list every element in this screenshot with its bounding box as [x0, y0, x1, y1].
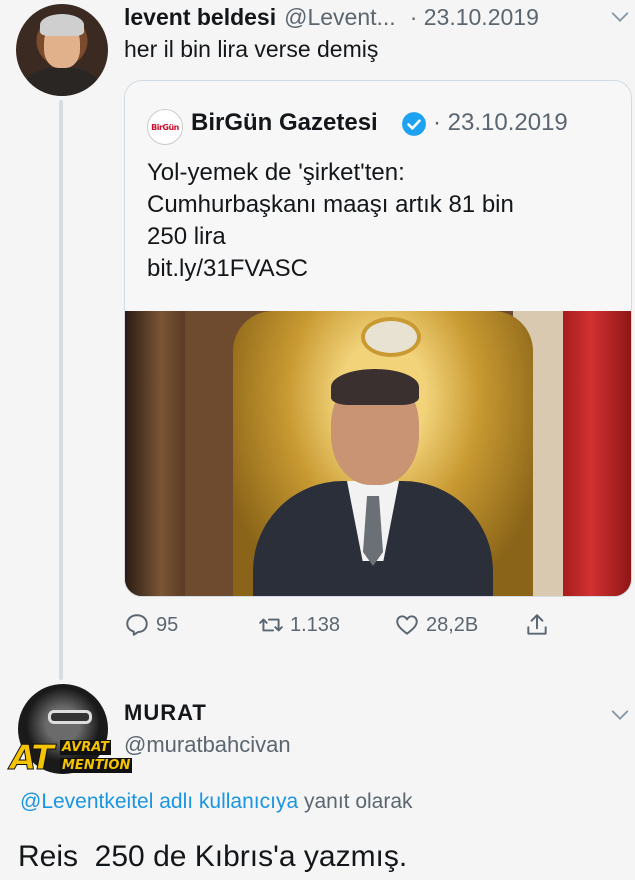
replying-to: @Leventkeitel adlı kullanıcıya yanıt ola…	[20, 790, 413, 814]
retweet-count: 1.138	[290, 613, 341, 636]
quoted-text-line: Cumhurbaşkanı maaşı artık 81 bin	[147, 191, 514, 218]
quoted-photo[interactable]	[125, 311, 631, 596]
chevron-down-icon[interactable]	[609, 6, 631, 28]
heart-icon	[396, 615, 418, 635]
reply-icon	[126, 614, 148, 636]
tweet-header: levent beldesi @Levent... · 23.10.2019	[124, 0, 629, 34]
reply-button[interactable]: 95	[124, 612, 178, 638]
author-handle[interactable]: @Levent...	[284, 4, 396, 31]
quoted-date: · 23.10.2019	[433, 109, 568, 136]
quoted-text: Yol-yemek de 'şirket'ten: Cumhurbaşkanı …	[147, 157, 617, 285]
photo-person-hair	[331, 369, 419, 405]
logo-line1: AVRAT	[60, 740, 111, 755]
quoted-author-name: BirGün Gazetesi	[191, 109, 378, 136]
reply-tweet-text: Reis 250 de Kıbrıs'a yazmış.	[18, 840, 408, 873]
like-count: 28,2B	[426, 613, 479, 636]
verified-badge-icon	[402, 112, 426, 136]
thread-line	[59, 100, 63, 680]
quoted-text-line: 250 lira	[147, 223, 226, 250]
reply-author-handle[interactable]: @muratbahcivan	[124, 732, 291, 758]
like-button[interactable]: 28,2B	[394, 612, 478, 638]
logo-line2: MENTION	[60, 758, 133, 773]
share-button[interactable]	[524, 612, 556, 638]
logo-text: BirGün	[151, 122, 179, 132]
birgun-logo: BirGün	[147, 109, 183, 145]
tweet-actions: 95 1.138 28,2B	[124, 608, 632, 648]
reply-suffix: yanıt olarak	[298, 790, 413, 813]
avatar-glasses	[48, 710, 92, 724]
reply-author-name[interactable]: MURAT	[124, 700, 207, 726]
reply-mention-link[interactable]: @Leventkeitel adlı kullanıcıya	[20, 790, 298, 813]
tweet-text: her il bin lira verse demiş	[124, 36, 379, 62]
tweet-date[interactable]: · 23.10.2019	[410, 4, 539, 31]
quoted-text-line: Yol-yemek de 'şirket'ten:	[147, 159, 405, 186]
avrat-mention-logo: AT AVRAT MENTION	[9, 736, 133, 779]
author-name[interactable]: levent beldesi	[124, 4, 276, 31]
retweet-icon	[259, 618, 283, 632]
retweet-button[interactable]: 1.138	[258, 612, 340, 638]
avatar[interactable]	[16, 4, 108, 96]
logo-at: AT	[9, 738, 54, 779]
photo-curtain-right	[563, 311, 631, 596]
avatar-body	[26, 68, 98, 96]
chevron-down-icon[interactable]	[609, 704, 631, 726]
share-icon	[527, 614, 547, 635]
quoted-tweet-card[interactable]: BirGün BirGün Gazetesi · 23.10.2019 Yol-…	[124, 80, 632, 597]
photo-curtain-left	[125, 311, 185, 596]
avatar-hair	[40, 14, 84, 36]
reply-count: 95	[156, 613, 179, 636]
quoted-link[interactable]: bit.ly/31FVASC	[147, 253, 617, 285]
photo-medallion	[361, 317, 421, 357]
reply-avatar[interactable]: AT AVRAT MENTION	[9, 684, 133, 779]
